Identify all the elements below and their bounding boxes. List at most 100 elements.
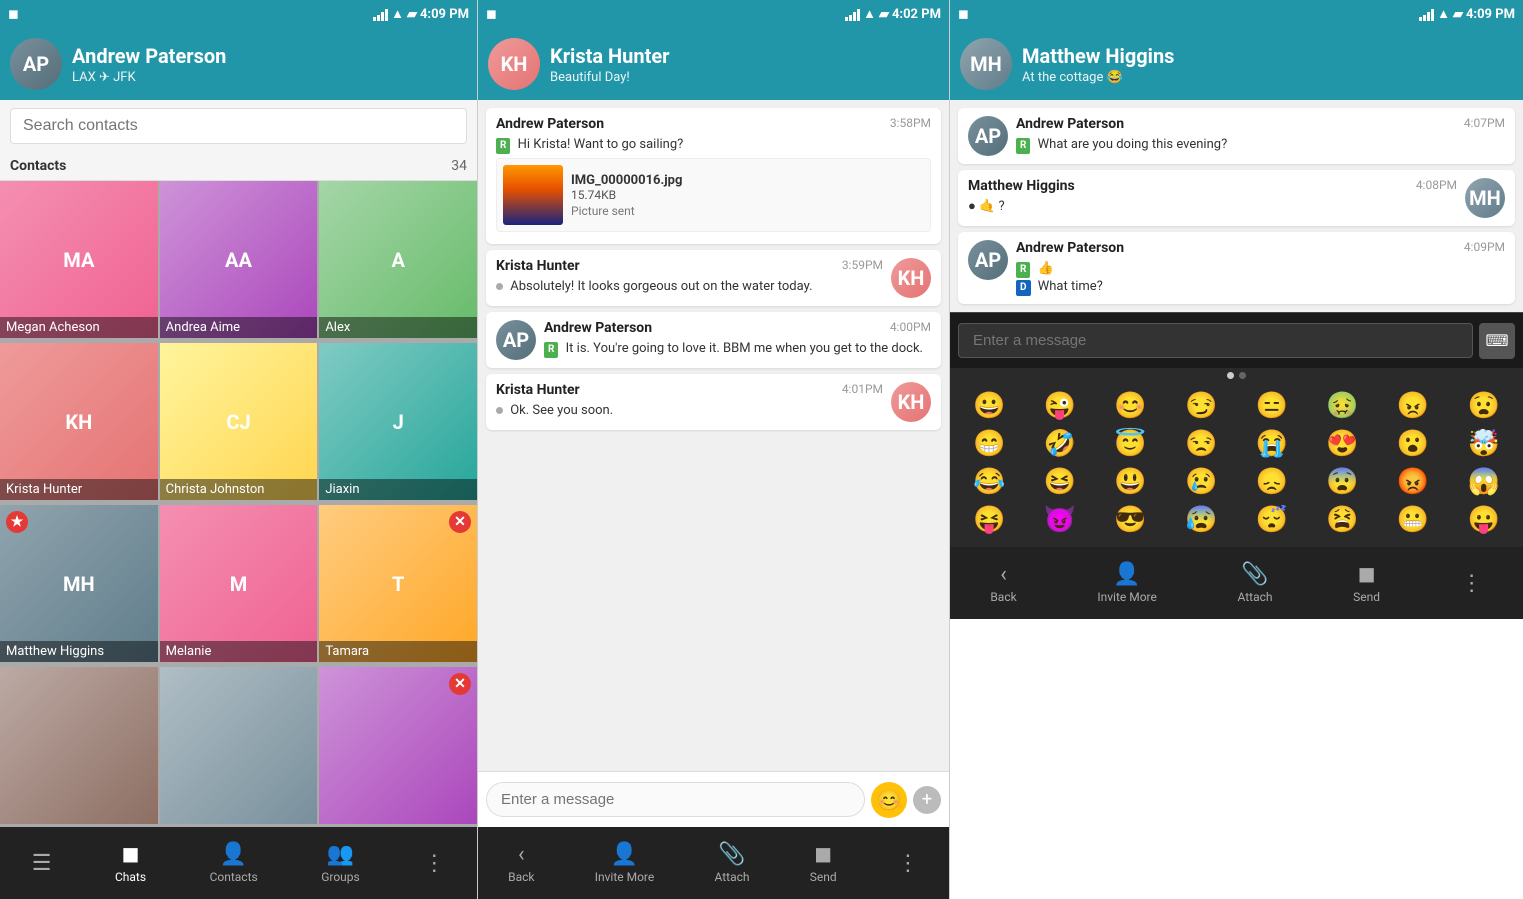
contact-cell-7[interactable]: MMelanie — [160, 505, 318, 662]
contacts-header: AP Andrew Paterson LAX ✈ JFK — [0, 28, 477, 100]
matthew-header-status: At the cottage 😂 — [1022, 70, 1513, 85]
msg-sender-2: Krista Hunter — [496, 258, 580, 274]
krista-messages[interactable]: Andrew Paterson 3:58PM R Hi Krista! Want… — [478, 100, 949, 771]
emoji-0-5[interactable]: 🤢 — [1324, 389, 1360, 423]
msg-time-2: 3:59PM — [842, 258, 883, 272]
contact-cell-3[interactable]: KHKrista Hunter — [0, 343, 158, 500]
signal-icon-2 — [845, 7, 860, 21]
emoji-0-1[interactable]: 😜 — [1042, 389, 1078, 423]
nav3-invite[interactable]: 👤 Invite More — [1097, 562, 1157, 604]
emoji-3-3[interactable]: 😰 — [1183, 503, 1219, 537]
emoji-3-0[interactable]: 😝 — [971, 503, 1007, 537]
contact-cell-8[interactable]: TTamara✕ — [319, 505, 477, 662]
attach-icon: 📎 — [718, 842, 745, 867]
emoji-0-2[interactable]: 😊 — [1112, 389, 1148, 423]
message-input-2[interactable] — [486, 782, 865, 817]
emoji-2-5[interactable]: 😨 — [1324, 465, 1360, 499]
emoji-1-3[interactable]: 😒 — [1183, 427, 1219, 461]
emoji-1-7[interactable]: 🤯 — [1466, 427, 1502, 461]
emoji-1-4[interactable]: 😭 — [1254, 427, 1290, 461]
emoji-0-6[interactable]: 😠 — [1395, 389, 1431, 423]
emoji-2-2[interactable]: 😃 — [1112, 465, 1148, 499]
emoji-0-0[interactable]: 😀 — [971, 389, 1007, 423]
emoji-0-3[interactable]: 😏 — [1183, 389, 1219, 423]
contact-cell-2[interactable]: AAlex — [319, 181, 477, 338]
emoji-3-1[interactable]: 😈 — [1042, 503, 1078, 537]
emoji-0-7[interactable]: 😧 — [1466, 389, 1502, 423]
matthew-header-info: Matthew Higgins At the cottage 😂 — [1022, 44, 1513, 85]
wifi-icon-3: ▲ — [1437, 6, 1450, 22]
nav2-back[interactable]: ‹ Back — [508, 842, 534, 884]
msg-content-p3-1: Andrew Paterson 4:07PM R What are you do… — [1016, 116, 1505, 154]
contact-badge-6: ★ — [6, 511, 28, 533]
nav-more[interactable]: ⋮ — [413, 845, 455, 882]
emoji-2-1[interactable]: 😆 — [1042, 465, 1078, 499]
emoji-2-4[interactable]: 😞 — [1254, 465, 1290, 499]
contact-cell-5[interactable]: JJiaxin — [319, 343, 477, 500]
emoji-2-0[interactable]: 😂 — [971, 465, 1007, 499]
message-item: Andrew Paterson 3:58PM R Hi Krista! Want… — [486, 108, 941, 244]
nav2-invite[interactable]: 👤 Invite More — [595, 842, 655, 884]
nav-groups[interactable]: 👥 Groups — [311, 836, 370, 890]
emoji-button-2[interactable]: 😊 — [871, 782, 907, 818]
msg-content-2: Krista Hunter 3:59PM Absolutely! It look… — [496, 258, 883, 296]
contact-cell-1[interactable]: AAAndrea Aime — [160, 181, 318, 338]
emoji-1-6[interactable]: 😮 — [1395, 427, 1431, 461]
matthew-messages[interactable]: AP Andrew Paterson 4:07PM R What are you… — [950, 100, 1523, 312]
contact-avatar-3: KH — [0, 343, 158, 500]
keyboard-icon-button[interactable]: ⌨ — [1479, 323, 1515, 359]
emoji-3-7[interactable]: 😛 — [1466, 503, 1502, 537]
nav3-attach[interactable]: 📎 Attach — [1238, 562, 1273, 604]
matthew-header-name: Matthew Higgins — [1022, 44, 1513, 68]
emoji-0-4[interactable]: 😑 — [1254, 389, 1290, 423]
contact-cell-4[interactable]: CJChrista Johnston — [160, 343, 318, 500]
page-indicators — [950, 368, 1523, 383]
nav2-more[interactable]: ⋮ — [897, 851, 919, 876]
msg-time-3: 4:00PM — [890, 320, 931, 334]
message-input-3[interactable] — [958, 323, 1473, 358]
emoji-2-6[interactable]: 😡 — [1395, 465, 1431, 499]
msg-row-2: Krista Hunter 3:59PM Absolutely! It look… — [496, 258, 931, 298]
status-bar-left-3: ◼ — [958, 7, 969, 22]
contact-cell-9[interactable] — [0, 667, 158, 824]
nav3-back[interactable]: ‹ Back — [990, 562, 1016, 604]
search-input[interactable] — [10, 108, 467, 144]
contact-avatar-7: M — [160, 505, 318, 662]
header-name-1: Andrew Paterson — [72, 44, 467, 68]
nav3-send[interactable]: ◼ Send — [1353, 562, 1380, 604]
plus-button-2[interactable]: + — [913, 786, 941, 814]
dot-indicator-2 — [496, 283, 503, 290]
nav3-more[interactable]: ⋮ — [1461, 571, 1483, 596]
matthew-avatar: MH — [960, 38, 1012, 90]
emoji-1-5[interactable]: 😍 — [1324, 427, 1360, 461]
emoji-2-3[interactable]: 😢 — [1183, 465, 1219, 499]
contact-cell-6[interactable]: MHMatthew Higgins★ — [0, 505, 158, 662]
blackberry-icon: ◼ — [8, 7, 19, 22]
emoji-3-6[interactable]: 😬 — [1395, 503, 1431, 537]
nav2-send[interactable]: ◼ Send — [810, 842, 837, 884]
nav-menu[interactable]: ☰ — [22, 845, 62, 882]
groups-label: Groups — [321, 870, 360, 884]
contact-name-5: Jiaxin — [319, 479, 477, 500]
bbm-r-badge-p3-1: R — [1016, 138, 1030, 154]
image-attachment[interactable]: IMG_00000016.jpg 15.74KB Picture sent — [496, 158, 931, 232]
emoji-3-2[interactable]: 😎 — [1112, 503, 1148, 537]
page-dot-1 — [1227, 372, 1234, 379]
emoji-2-7[interactable]: 😱 — [1466, 465, 1502, 499]
contact-cell-11[interactable]: ✕ — [319, 667, 477, 824]
image-info: IMG_00000016.jpg 15.74KB Picture sent — [571, 173, 682, 218]
contact-cell-0[interactable]: MAMegan Acheson — [0, 181, 158, 338]
nav-contacts[interactable]: 👤 Contacts — [200, 836, 268, 890]
emoji-1-1[interactable]: 🤣 — [1042, 427, 1078, 461]
msg-text-1: R Hi Krista! Want to go sailing? — [496, 136, 931, 154]
contact-cell-10[interactable] — [160, 667, 318, 824]
nav-chats[interactable]: ◼ Chats — [105, 836, 156, 890]
signal-icon-1 — [373, 7, 388, 21]
back-label-3: Back — [990, 590, 1016, 604]
emoji-1-0[interactable]: 😁 — [971, 427, 1007, 461]
nav2-attach[interactable]: 📎 Attach — [714, 842, 749, 884]
emoji-3-4[interactable]: 😴 — [1254, 503, 1290, 537]
back-label: Back — [508, 870, 534, 884]
emoji-3-5[interactable]: 😫 — [1324, 503, 1360, 537]
emoji-1-2[interactable]: 😇 — [1112, 427, 1148, 461]
